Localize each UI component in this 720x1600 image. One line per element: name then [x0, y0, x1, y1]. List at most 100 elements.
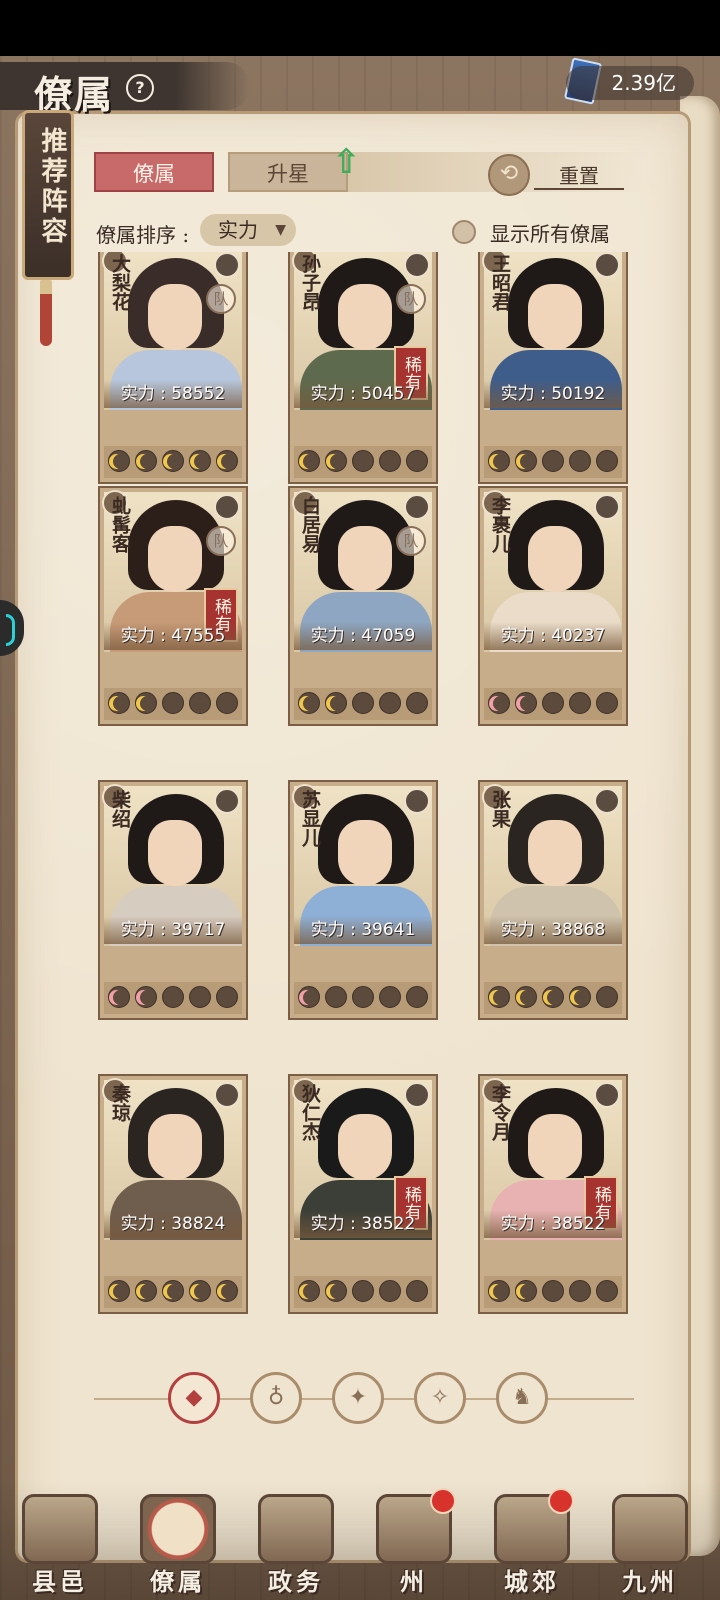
- nav-item-4[interactable]: 城郊: [480, 1488, 584, 1598]
- power-value: 实力 : 38868: [484, 916, 622, 944]
- empty-star-icon: [352, 1280, 374, 1302]
- moon-star-icon: [135, 692, 157, 714]
- retainer-grid[interactable]: 大梨花队实力 : 58552 孙子昂队稀有 实力 : 50457 王昭君 实力 : 50…: [92, 252, 640, 1332]
- empty-star-icon: [216, 986, 238, 1008]
- retainer-card[interactable]: 柴绍实力 : 39717: [98, 780, 248, 1020]
- recommend-lineup-button[interactable]: 推荐阵容: [22, 110, 74, 280]
- portrait-face: [528, 526, 582, 592]
- empty-star-icon: [216, 692, 238, 714]
- power-value: 实力 : 40237: [484, 622, 622, 650]
- empty-star-icon: [542, 450, 564, 472]
- retainer-card[interactable]: 虬髯客队稀有 实力 : 47555: [98, 486, 248, 726]
- empty-star-icon: [596, 692, 618, 714]
- moon-star-icon: [488, 450, 510, 472]
- skill-icon: [214, 252, 240, 278]
- chevron-down-icon: ▼: [275, 222, 286, 238]
- moon-star-icon: [515, 1280, 537, 1302]
- retainer-card[interactable]: 李令月 稀有 实力 : 38522: [478, 1074, 628, 1314]
- power-value: 实力 : 39641: [294, 916, 432, 944]
- nav-item-0[interactable]: 县邑: [8, 1494, 112, 1598]
- star-rating: [294, 692, 432, 718]
- empty-star-icon: [406, 1280, 428, 1302]
- retainer-name: 白居易: [299, 496, 321, 553]
- portrait-face: [338, 526, 392, 592]
- reset-icon[interactable]: [488, 154, 530, 196]
- nav-item-3[interactable]: 州: [362, 1488, 466, 1598]
- retainer-card[interactable]: 大梨花队实力 : 58552: [98, 252, 248, 484]
- moon-star-icon: [298, 1280, 320, 1302]
- empty-star-icon: [379, 450, 401, 472]
- retainer-name: 张果: [489, 790, 511, 828]
- retainer-name: 柴绍: [109, 790, 131, 828]
- empty-star-icon: [569, 692, 591, 714]
- empty-star-icon: [189, 692, 211, 714]
- bell-filter-button[interactable]: ♁: [250, 1372, 302, 1424]
- empty-star-icon: [325, 986, 347, 1008]
- empty-star-icon: [542, 1280, 564, 1302]
- star-rating: [484, 692, 622, 718]
- retainer-name: 狄仁杰: [299, 1084, 321, 1141]
- portrait-face: [148, 1114, 202, 1180]
- nav-building-icon: [22, 1494, 98, 1564]
- retainer-card[interactable]: 张果实力 : 38868: [478, 780, 628, 1020]
- retainer-name: 王昭君: [489, 254, 511, 311]
- empty-star-icon: [569, 450, 591, 472]
- all-filter-button[interactable]: ◆: [168, 1372, 220, 1424]
- portrait-face: [338, 1114, 392, 1180]
- tassel-decoration: [40, 280, 52, 346]
- dragon-filter-button[interactable]: ♞: [496, 1372, 548, 1424]
- skill-icon: [404, 788, 430, 814]
- star-rating: [104, 1280, 242, 1306]
- retainer-name: 李裹儿: [489, 496, 511, 553]
- retainer-card[interactable]: 孙子昂队稀有 实力 : 50457: [288, 252, 438, 484]
- team-tag: 队: [206, 284, 236, 314]
- notification-dot: [548, 1488, 574, 1514]
- fan-filter-button[interactable]: ✧: [414, 1372, 466, 1424]
- power-value: 实力 : 50192: [484, 380, 622, 408]
- show-all-radio[interactable]: [452, 220, 476, 244]
- star-rating: [484, 986, 622, 1012]
- nav-item-5[interactable]: 九州: [598, 1494, 702, 1598]
- skill-icon: [594, 788, 620, 814]
- empty-star-icon: [162, 986, 184, 1008]
- power-value: 实力 : 58552: [104, 380, 242, 408]
- nav-item-2[interactable]: 政务: [244, 1494, 348, 1598]
- nav-item-1[interactable]: 僚属: [126, 1494, 230, 1598]
- moon-star-icon: [108, 450, 130, 472]
- portrait-face: [148, 526, 202, 592]
- power-value: 实力 : 39717: [104, 916, 242, 944]
- sort-select[interactable]: 实力 ▼: [200, 214, 296, 246]
- retainer-card[interactable]: 李裹儿实力 : 40237: [478, 486, 628, 726]
- reset-button[interactable]: 重置: [534, 160, 624, 190]
- portrait-face: [148, 284, 202, 350]
- moon-star-icon: [108, 1280, 130, 1302]
- retainer-card[interactable]: 王昭君实力 : 50192: [478, 252, 628, 484]
- moon-star-icon: [216, 1280, 238, 1302]
- tiger-filter-button[interactable]: ✦: [332, 1372, 384, 1424]
- empty-star-icon: [379, 1280, 401, 1302]
- currency-display: 2.39亿: [566, 66, 694, 100]
- retainer-card[interactable]: 白居易队实力 : 47059: [288, 486, 438, 726]
- filter-bar: ◆ ♁ ✦ ✧ ♞: [94, 1368, 634, 1430]
- empty-star-icon: [189, 986, 211, 1008]
- star-rating: [104, 692, 242, 718]
- moon-star-icon: [162, 1280, 184, 1302]
- retainer-card[interactable]: 狄仁杰 稀有 实力 : 38522: [288, 1074, 438, 1314]
- moon-star-icon: [298, 986, 320, 1008]
- moon-star-icon: [542, 986, 564, 1008]
- tab-star-up[interactable]: 升星: [228, 152, 348, 192]
- help-icon[interactable]: ?: [126, 74, 154, 102]
- moon-star-icon: [108, 986, 130, 1008]
- all-filter-icon: ◆: [185, 1385, 203, 1410]
- team-tag: 队: [396, 526, 426, 556]
- moon-star-icon: [488, 692, 510, 714]
- nav-label: 城郊: [504, 1567, 560, 1596]
- retainer-card[interactable]: 秦琼 实力 : 38824: [98, 1074, 248, 1314]
- portrait-face: [338, 284, 392, 350]
- tab-retainers[interactable]: 僚属: [94, 152, 214, 192]
- power-value: 实力 : 47555: [104, 622, 242, 650]
- bottom-nav: 县邑 僚属 政务 州 城郊 九州: [0, 1480, 720, 1600]
- retainer-card[interactable]: 苏显儿 实力 : 39641: [288, 780, 438, 1020]
- star-rating: [104, 986, 242, 1012]
- recommend-lineup-label: 推荐阵容: [37, 127, 67, 247]
